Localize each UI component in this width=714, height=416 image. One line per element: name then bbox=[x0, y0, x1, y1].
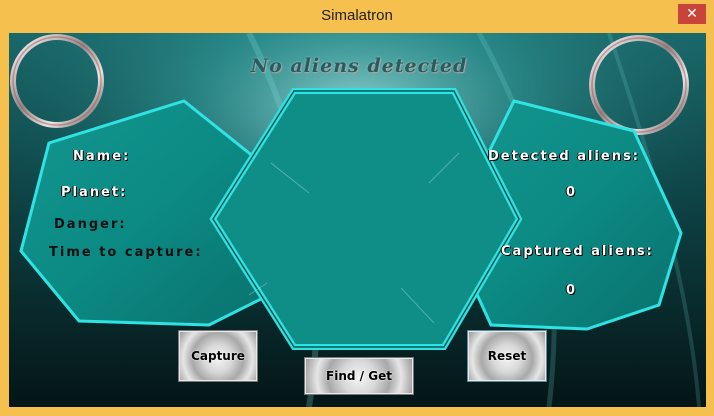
game-canvas: No aliens detected Name: Planet: Danger:… bbox=[9, 33, 706, 407]
planet-label: Planet: bbox=[61, 185, 128, 200]
close-button[interactable]: ✕ bbox=[678, 4, 706, 24]
time-to-capture-label: Time to capture: bbox=[49, 245, 203, 260]
capture-button[interactable]: Capture bbox=[179, 331, 257, 381]
title-bar[interactable]: Simalatron ✕ bbox=[0, 0, 714, 32]
app-window: Simalatron ✕ No aliens detected Name: Pl… bbox=[0, 0, 714, 416]
danger-label: Danger: bbox=[54, 217, 127, 232]
find-get-button[interactable]: Find / Get bbox=[305, 358, 413, 394]
name-label: Name: bbox=[73, 149, 131, 164]
detected-aliens-label: Detected aliens: bbox=[488, 149, 640, 164]
captured-aliens-label: Captured aliens: bbox=[501, 244, 654, 259]
status-text: No aliens detected bbox=[250, 55, 468, 77]
captured-aliens-value: 0 bbox=[566, 283, 578, 298]
reset-button[interactable]: Reset bbox=[468, 331, 546, 381]
detected-aliens-value: 0 bbox=[566, 185, 578, 200]
window-title: Simalatron bbox=[321, 7, 393, 24]
close-icon: ✕ bbox=[686, 6, 698, 22]
